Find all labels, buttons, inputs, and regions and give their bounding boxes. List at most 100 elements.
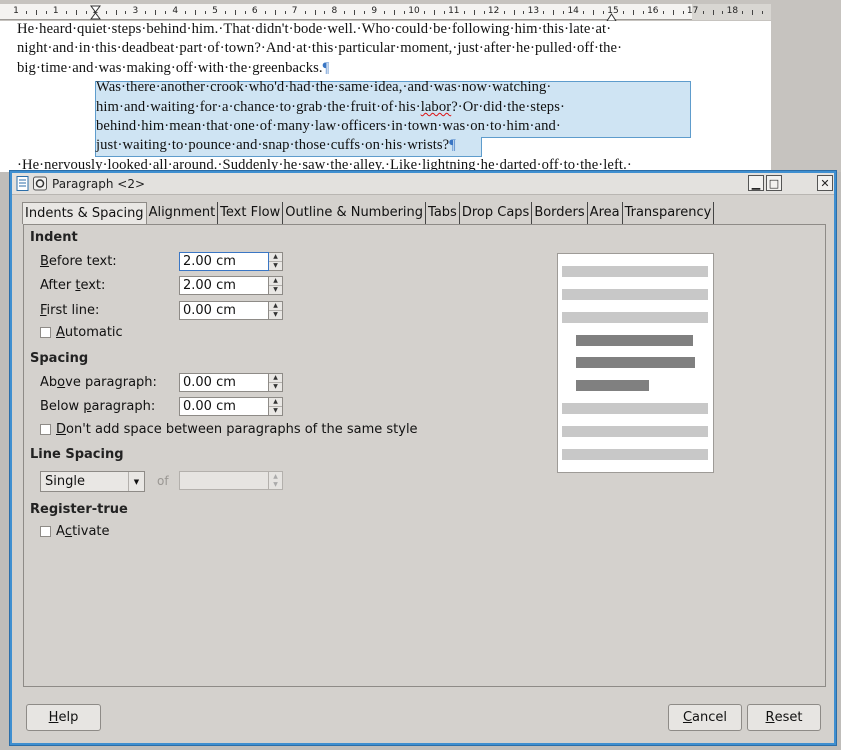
reset-button[interactable]: Reset: [747, 704, 821, 731]
ruler-tick: [642, 10, 644, 14]
up-arrow-icon[interactable]: ▲: [269, 398, 282, 406]
preview-line: [562, 289, 708, 300]
ruler-tick: [274, 9, 276, 15]
up-arrow-icon[interactable]: ▲: [269, 374, 282, 382]
selected-line: him·and·waiting·for·a·chance·to·grab·the…: [96, 99, 565, 116]
ruler-tick: [762, 10, 764, 14]
up-arrow-icon[interactable]: ▲: [269, 302, 282, 310]
maximize-icon: □: [768, 176, 780, 190]
tab-alignment[interactable]: Alignment: [147, 202, 219, 224]
document-page[interactable]: He·heard·quiet·steps·behind·him.·That·di…: [0, 21, 771, 172]
ruler-tick: [105, 10, 107, 14]
tab-borders[interactable]: Borders: [532, 202, 588, 224]
ruler-tick: [234, 9, 236, 15]
preview-line: [562, 403, 708, 414]
spelling-error-word[interactable]: labor: [421, 99, 452, 115]
preview-line-current: [576, 335, 693, 346]
below-paragraph-input[interactable]: 0.00 cm: [179, 397, 269, 416]
dialog-titlebar[interactable]: Paragraph <2> ▁ □ ✕: [12, 173, 834, 195]
maximize-button[interactable]: □: [766, 175, 782, 191]
ruler-tick: [463, 10, 465, 14]
ruler-tick: [165, 10, 167, 14]
above-paragraph-spinner[interactable]: 0.00 cm ▲ ▼: [179, 373, 284, 392]
cancel-button[interactable]: Cancel: [668, 704, 742, 731]
tab-tabs[interactable]: Tabs: [426, 202, 460, 224]
above-paragraph-stepper[interactable]: ▲ ▼: [269, 373, 283, 392]
after-text-stepper[interactable]: ▲ ▼: [269, 276, 283, 295]
ruler-tick: [662, 10, 664, 14]
down-arrow-icon[interactable]: ▼: [269, 285, 282, 294]
below-paragraph-stepper[interactable]: ▲ ▼: [269, 397, 283, 416]
text-line: He·heard·quiet·steps·behind·him.·That·di…: [17, 21, 612, 37]
ruler-tick: [85, 10, 87, 14]
window-menu-icon[interactable]: [33, 176, 47, 191]
first-line-spinner[interactable]: 0.00 cm ▲ ▼: [179, 301, 284, 320]
tab-area[interactable]: Area: [588, 202, 623, 224]
dropdown-arrow-icon[interactable]: ▼: [128, 472, 144, 491]
ruler-tick: [603, 10, 605, 14]
spacing-heading: Spacing: [30, 351, 89, 366]
first-line-input[interactable]: 0.00 cm: [179, 301, 269, 320]
minimize-button[interactable]: ▁: [748, 175, 764, 191]
tab-outline-numbering[interactable]: Outline & Numbering: [283, 202, 427, 224]
before-text-spinner[interactable]: 2.00 cm ▲ ▼: [179, 252, 284, 271]
selected-line-text: just·waiting·to·pounce·and·snap·those·cu…: [96, 137, 450, 153]
ruler-tick: [672, 9, 674, 15]
up-arrow-icon[interactable]: ▲: [269, 253, 282, 261]
tab-text-flow[interactable]: Text Flow: [218, 202, 284, 224]
ruler-number: 1: [52, 6, 59, 16]
tab-indents-spacing[interactable]: Indents & Spacing: [22, 202, 147, 224]
left-indent-marker-icon[interactable]: [90, 5, 101, 20]
ruler-tick: [115, 9, 117, 15]
document-area: 1123456789101112131415161718 He·heard·qu…: [0, 0, 841, 172]
tab-drop-caps[interactable]: Drop Caps: [460, 202, 533, 224]
ruler-number: 12: [487, 6, 500, 16]
below-paragraph-label: Below paragraph:: [40, 399, 156, 414]
first-line-stepper[interactable]: ▲ ▼: [269, 301, 283, 320]
checkbox-box[interactable]: [40, 526, 51, 537]
before-text-label: Before text:: [40, 254, 117, 269]
ruler-tick: [354, 9, 356, 15]
automatic-checkbox[interactable]: Automatic: [40, 325, 123, 340]
activate-checkbox[interactable]: Ac tivate: [40, 524, 110, 539]
line-spacing-select[interactable]: Single ▼: [40, 471, 145, 492]
dont-add-space-checkbox[interactable]: Don't add space between paragraphs of th…: [40, 422, 418, 437]
first-line-label: First line:: [40, 303, 100, 318]
down-arrow-icon[interactable]: ▼: [269, 310, 282, 319]
tab-transparency[interactable]: Transparency: [623, 202, 715, 224]
after-text-input[interactable]: 2.00 cm: [179, 276, 269, 295]
ruler-tick: [583, 10, 585, 14]
ruler-tick: [632, 9, 634, 15]
checkbox-box[interactable]: [40, 424, 51, 435]
down-arrow-icon[interactable]: ▼: [269, 382, 282, 391]
ruler-number: 11: [448, 6, 460, 16]
ruler-number: 5: [212, 6, 218, 16]
ruler-tick: [35, 9, 37, 15]
ruler-tick: [483, 10, 485, 14]
down-arrow-icon[interactable]: ▼: [269, 261, 282, 270]
horizontal-ruler[interactable]: 1123456789101112131415161718: [0, 4, 771, 22]
preview-line: [562, 449, 708, 460]
selected-line-text: him·and·waiting·for·a·chance·to·grab·the…: [96, 99, 421, 115]
ruler-tick: [205, 10, 207, 14]
right-indent-marker-icon[interactable]: [606, 11, 617, 22]
text-line: big·time·and·was·making·off·with·the·gre…: [17, 60, 329, 77]
up-arrow-icon[interactable]: ▲: [269, 277, 282, 285]
ruler-tick: [553, 9, 555, 15]
down-arrow-icon[interactable]: ▼: [269, 406, 282, 415]
close-button[interactable]: ✕: [817, 175, 833, 191]
before-text-stepper[interactable]: ▲ ▼: [269, 252, 283, 271]
text-line-content: big·time·and·was·making·off·with·the·gre…: [17, 60, 323, 76]
help-button[interactable]: Help: [26, 704, 101, 731]
before-text-input[interactable]: 2.00 cm: [179, 252, 269, 271]
ruler-tick: [75, 9, 77, 15]
below-paragraph-spinner[interactable]: 0.00 cm ▲ ▼: [179, 397, 284, 416]
ruler-number: 16: [647, 6, 659, 16]
ruler-tick: [264, 10, 266, 14]
ruler-number: 10: [408, 6, 420, 16]
above-paragraph-input[interactable]: 0.00 cm: [179, 373, 269, 392]
ruler-tick: [125, 10, 127, 14]
checkbox-box[interactable]: [40, 327, 51, 338]
ruler-tick: [722, 10, 724, 14]
after-text-spinner[interactable]: 2.00 cm ▲ ▼: [179, 276, 284, 295]
